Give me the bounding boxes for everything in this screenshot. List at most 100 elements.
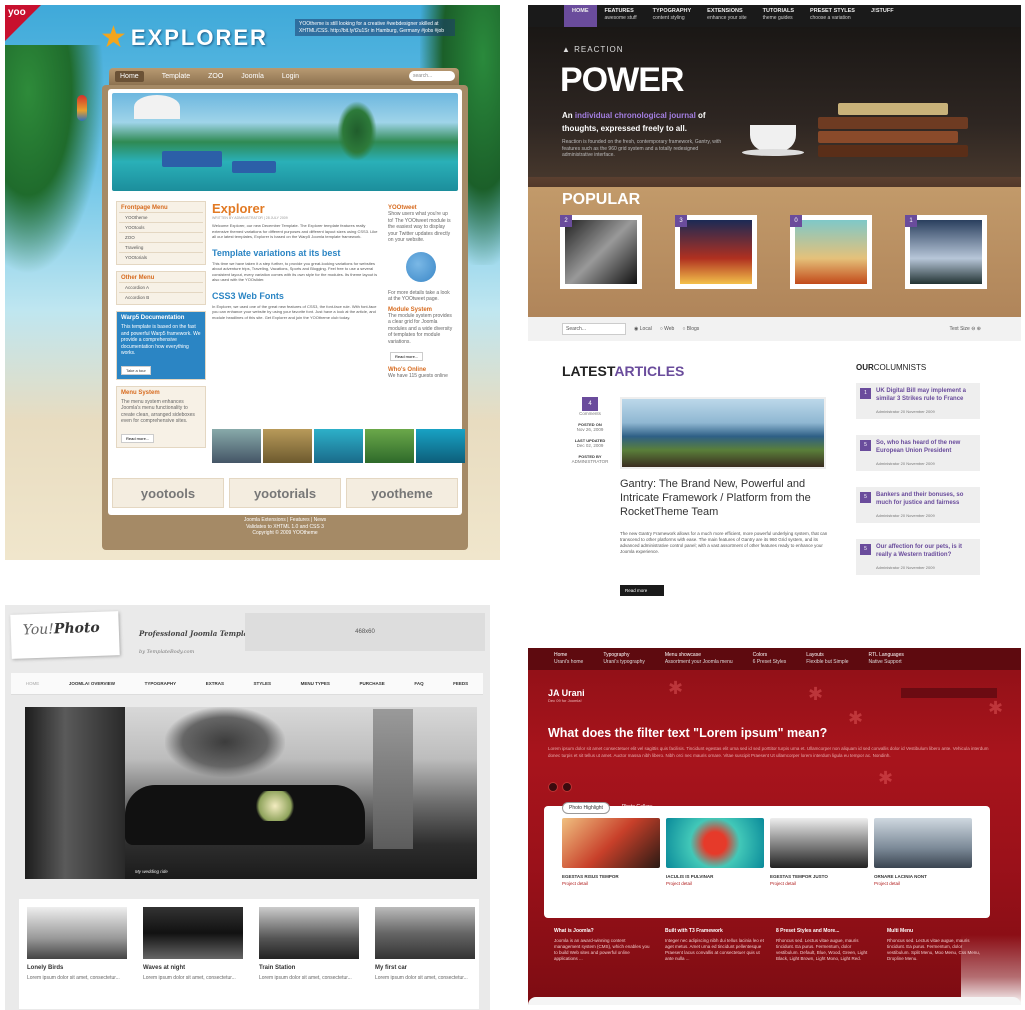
menu-system-box: Menu System The menu system enhances Joo… bbox=[116, 385, 206, 448]
next-button[interactable] bbox=[562, 782, 572, 792]
box-title: Warp5 Documentation bbox=[121, 315, 185, 321]
tab-photo-gallery[interactable]: Photo Gallery bbox=[616, 802, 658, 814]
info-column: What is Joomla? Joomla is an award-winnin… bbox=[554, 928, 650, 961]
nav-typography[interactable]: Typography Urani's typography bbox=[603, 648, 645, 670]
site-logo[interactable]: JA Urani Dec 09 for Joomla! bbox=[548, 688, 585, 703]
main-nav: Home Template ZOO Joomla Login search... bbox=[109, 68, 459, 85]
menu-item[interactable]: YOOtorials bbox=[119, 252, 203, 262]
menu-item[interactable]: ZOO bbox=[119, 232, 203, 242]
saucer-image bbox=[742, 149, 804, 156]
lounger-shape bbox=[232, 161, 276, 173]
photo-gallery: Photo Highlight Photo Gallery EGESTAS RI… bbox=[544, 802, 990, 918]
photo-item[interactable]: Train Station Lorem ipsum dolor sit amet,… bbox=[259, 907, 359, 1001]
nav-layouts[interactable]: Layouts Flexible but Simple bbox=[806, 648, 848, 670]
explorer-logo[interactable]: ★ EXPLORER bbox=[100, 23, 268, 53]
thumbnail[interactable] bbox=[365, 429, 414, 463]
nav-typography[interactable]: TYPOGRAPHY bbox=[145, 681, 177, 686]
search-input[interactable]: search... bbox=[409, 71, 455, 81]
nav-rtl-languages[interactable]: RTL Languages Native Support bbox=[869, 648, 904, 670]
popular-item[interactable]: 2 bbox=[560, 215, 642, 289]
nav-home[interactable]: HOME bbox=[26, 681, 40, 686]
nav-zoo[interactable]: ZOO bbox=[208, 73, 223, 80]
nav-feeds[interactable]: FEEDS bbox=[453, 681, 468, 686]
nav-colors[interactable]: Colors 6 Preset Styles bbox=[753, 648, 787, 670]
nav-styles[interactable]: STYLES bbox=[254, 681, 272, 686]
snowflake-icon: ✱ bbox=[848, 708, 864, 728]
photo-item[interactable]: Waves at night Lorem ipsum dolor sit amet… bbox=[143, 907, 243, 1001]
nav-preset-styles[interactable]: PRESET STYLES choose a variation bbox=[802, 5, 863, 27]
menu-item[interactable]: Accordion A bbox=[119, 282, 203, 292]
radio-blogs[interactable]: ○ Blogs bbox=[682, 326, 699, 332]
nav-extensions[interactable]: EXTENSIONS enhance your site bbox=[699, 5, 754, 27]
text-size-control[interactable]: Text Size ⊖ ⊕ bbox=[950, 326, 981, 332]
nav-features[interactable]: FEATURES awesome stuff bbox=[597, 5, 645, 27]
columnist-item[interactable]: 1 UK Digital Bill may implement a similar… bbox=[856, 383, 980, 419]
search-input[interactable]: Search... bbox=[562, 323, 626, 335]
comment-count-badge[interactable]: 4 bbox=[582, 397, 598, 411]
columnist-item[interactable]: 5 Our affection for our pets, is it reall… bbox=[856, 539, 980, 575]
snowy-trees bbox=[961, 935, 1021, 1005]
nav-home[interactable]: HOME bbox=[564, 5, 597, 27]
menu-item[interactable]: YOOtools bbox=[119, 222, 203, 232]
read-more-button[interactable]: Read more bbox=[620, 585, 664, 596]
logo-text: EXPLORER bbox=[130, 25, 268, 50]
main-nav: HOME JOOMLA! OVERVIEW TYPOGRAPHY EXTRAS … bbox=[11, 673, 483, 695]
module-text: For more details take a look at the YOOt… bbox=[388, 289, 450, 303]
popular-item[interactable]: 0 bbox=[790, 215, 872, 289]
nav-joomla-overview[interactable]: JOOMLA! OVERVIEW bbox=[69, 681, 115, 686]
nav-login[interactable]: Login bbox=[282, 73, 299, 80]
nav-jstuff[interactable]: J!STUFF bbox=[863, 5, 902, 27]
prev-button[interactable] bbox=[548, 782, 558, 792]
columnist-item[interactable]: 5 Bankers and their bonuses, so much for … bbox=[856, 487, 980, 523]
youphoto-logo[interactable]: You!Photo bbox=[10, 611, 120, 659]
comments-label: Comments bbox=[579, 411, 601, 416]
columnist-item[interactable]: 5 So, who has heard of the new European U… bbox=[856, 435, 980, 471]
nav-typography[interactable]: TYPOGRAPHY content styling bbox=[645, 5, 700, 27]
nav-menu-showcase[interactable]: Menu showcase Assortment your Joomla menu bbox=[665, 648, 733, 670]
nav-template[interactable]: Template bbox=[162, 73, 190, 80]
yootorials-logo[interactable]: yootorials bbox=[229, 478, 341, 508]
gallery-item[interactable]: EGESTAS TEMPOR JUSTO Project detail bbox=[770, 818, 868, 886]
menu-item[interactable]: YOOtheme bbox=[119, 212, 203, 222]
read-more-button[interactable]: Read more... bbox=[390, 352, 424, 361]
nav-home[interactable]: Home bbox=[115, 71, 144, 82]
gallery-item[interactable]: EGESTAS RISUS TEMPOR Project detail bbox=[562, 818, 660, 886]
yootools-logo[interactable]: yootools bbox=[112, 478, 224, 508]
article-headline[interactable]: Gantry: The Brand New, Powerful and Intr… bbox=[620, 477, 830, 519]
banner-placeholder[interactable]: 468x60 bbox=[245, 613, 485, 651]
menu-item[interactable]: Accordion B bbox=[119, 292, 203, 302]
popular-item[interactable]: 1 bbox=[905, 215, 987, 289]
left-sidebar: Frontpage Menu YOOtheme YOOtools ZOO Tra… bbox=[116, 201, 206, 454]
tab-photo-highlight[interactable]: Photo Highlight bbox=[562, 802, 610, 814]
radio-web[interactable]: ○ Web bbox=[660, 326, 675, 332]
nav-tutorials[interactable]: TUTORIALS theme guides bbox=[755, 5, 802, 27]
photo-item[interactable]: Lonely Birds Lorem ipsum dolor sit amet, … bbox=[27, 907, 127, 1001]
tree-shape bbox=[165, 707, 285, 777]
nav-menu-types[interactable]: MENU TYPES bbox=[301, 681, 330, 686]
read-more-button[interactable]: Read more... bbox=[121, 433, 155, 443]
thumbnail[interactable] bbox=[314, 429, 363, 463]
explorer-template-screenshot: yoo ★ EXPLORER YOOtheme is still looking… bbox=[5, 5, 500, 560]
menu-item[interactable]: Traveling bbox=[119, 242, 203, 252]
gallery-item[interactable]: ORNARE LACINIA NONT Project detail bbox=[874, 818, 972, 886]
nav-joomla[interactable]: Joomla bbox=[241, 73, 264, 80]
thumbnail[interactable] bbox=[416, 429, 465, 463]
nav-purchase[interactable]: PURCHASE bbox=[359, 681, 384, 686]
search-bar: Search... ◉ Local ○ Web ○ Blogs Text Siz… bbox=[528, 317, 1021, 341]
tour-button[interactable]: Take a tour bbox=[121, 365, 151, 375]
popular-item[interactable]: 3 bbox=[675, 215, 757, 289]
intro-text: Lorem ipsum dolor sit amet consectetuer … bbox=[548, 746, 989, 758]
box-title: Frontpage Menu bbox=[121, 205, 168, 211]
photo-item[interactable]: My first car Lorem ipsum dolor sit amet, … bbox=[375, 907, 475, 1001]
yootheme-logo[interactable]: yootheme bbox=[346, 478, 458, 508]
radio-local[interactable]: ◉ Local bbox=[634, 326, 652, 332]
columnist-list: 1 UK Digital Bill may implement a similar… bbox=[856, 383, 980, 591]
gallery-item[interactable]: IACULIS IS PULVINAR Project detail bbox=[666, 818, 764, 886]
thumbnail[interactable] bbox=[212, 429, 261, 463]
search-input[interactable] bbox=[901, 688, 997, 698]
nav-home[interactable]: Home Urani's home bbox=[554, 648, 583, 670]
thumbnail[interactable] bbox=[263, 429, 312, 463]
flowers-shape bbox=[253, 791, 297, 821]
nav-faq[interactable]: FAQ bbox=[414, 681, 423, 686]
nav-extras[interactable]: EXTRAS bbox=[206, 681, 224, 686]
